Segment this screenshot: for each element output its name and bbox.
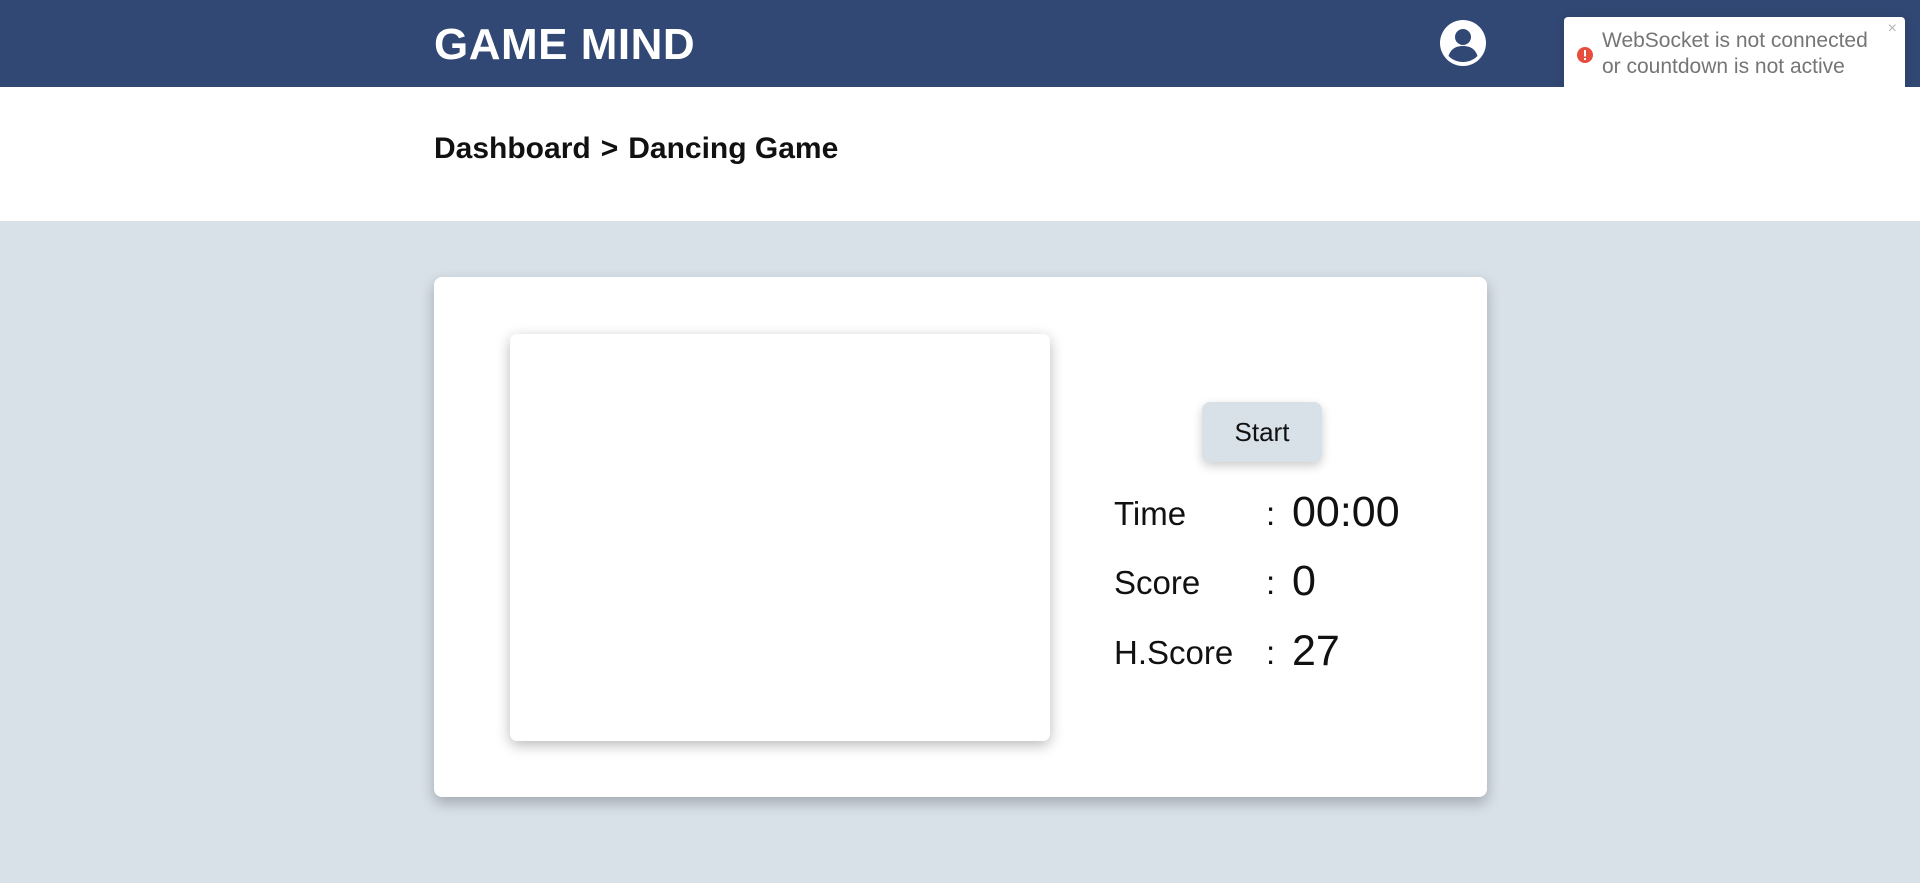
start-button[interactable]: Start [1202,402,1322,462]
breadcrumb: Dashboard > Dancing Game [434,131,838,167]
breadcrumb-separator: > [600,132,619,165]
high-score-colon: : [1266,634,1276,671]
close-icon[interactable]: × [1888,21,1897,37]
time-colon: : [1266,495,1276,532]
error-toast[interactable]: WebSocket is not connected or countdown … [1564,17,1905,93]
time-label: Time [1114,495,1187,532]
high-score-row: H.Score : 27 [1114,626,1454,676]
time-value: 00:00 [1292,488,1400,536]
error-icon [1576,46,1594,64]
game-card: Start Time : 00:00 Score : 0 H.Score : 2… [434,277,1487,797]
time-row: Time : 00:00 [1114,487,1454,537]
toast-message: WebSocket is not connected or countdown … [1602,29,1868,78]
brand-logo[interactable]: GAME MIND [434,20,695,70]
score-label: Score [1114,564,1201,601]
breadcrumb-bar: Dashboard > Dancing Game [0,87,1920,221]
score-value: 0 [1292,557,1316,605]
score-colon: : [1266,564,1276,601]
high-score-label: H.Score [1114,634,1234,671]
breadcrumb-dashboard-link[interactable]: Dashboard [434,131,591,167]
score-row: Score : 0 [1114,556,1454,606]
user-circle-icon[interactable] [1440,20,1486,66]
breadcrumb-current: Dancing Game [628,132,839,165]
video-feed-panel [510,334,1050,741]
high-score-value: 27 [1292,627,1340,675]
